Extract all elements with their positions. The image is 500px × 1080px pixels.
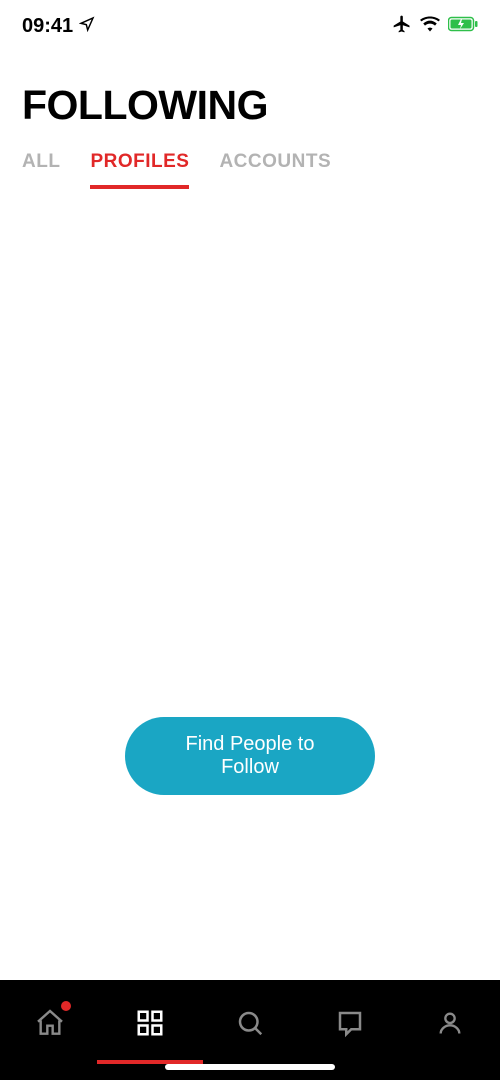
location-icon — [79, 15, 95, 38]
person-circle-icon — [308, 287, 354, 333]
chat-icon — [335, 1008, 365, 1043]
tabs: ALL PROFILES ACCOUNTS — [0, 129, 500, 190]
find-people-button[interactable]: Find People to Follow — [125, 717, 375, 795]
tab-accounts[interactable]: ACCOUNTS — [219, 151, 331, 189]
home-icon — [34, 1007, 66, 1044]
grid-icon — [135, 1008, 165, 1043]
home-indicator[interactable] — [165, 1064, 335, 1070]
empty-state-body: Follow people to see the stories they're… — [65, 560, 435, 643]
status-bar: 09:41 — [0, 0, 500, 52]
header: FOLLOWING — [0, 52, 500, 129]
empty-state-title: You are not following anyone yet. — [60, 460, 440, 538]
bottom-nav — [0, 980, 500, 1080]
airplane-mode-icon — [392, 14, 412, 39]
nav-home[interactable] — [15, 1002, 85, 1048]
nav-profile[interactable] — [415, 1002, 485, 1048]
tab-profiles[interactable]: PROFILES — [90, 151, 189, 189]
avatar-row — [146, 280, 354, 340]
tab-all[interactable]: ALL — [22, 151, 60, 189]
status-time: 09:41 — [22, 15, 73, 38]
nav-search[interactable] — [215, 1002, 285, 1048]
nav-notifications[interactable] — [315, 1002, 385, 1048]
search-icon — [235, 1008, 265, 1043]
person-icon — [436, 1008, 464, 1043]
person-circle-icon — [146, 287, 192, 333]
empty-state: You are not following anyone yet. Follow… — [0, 190, 500, 980]
notification-badge — [61, 1001, 71, 1011]
battery-charging-icon — [448, 16, 478, 37]
person-circle-icon — [220, 280, 280, 340]
page-title: FOLLOWING — [22, 82, 478, 129]
nav-explore[interactable] — [115, 1002, 185, 1048]
wifi-icon — [420, 16, 440, 37]
